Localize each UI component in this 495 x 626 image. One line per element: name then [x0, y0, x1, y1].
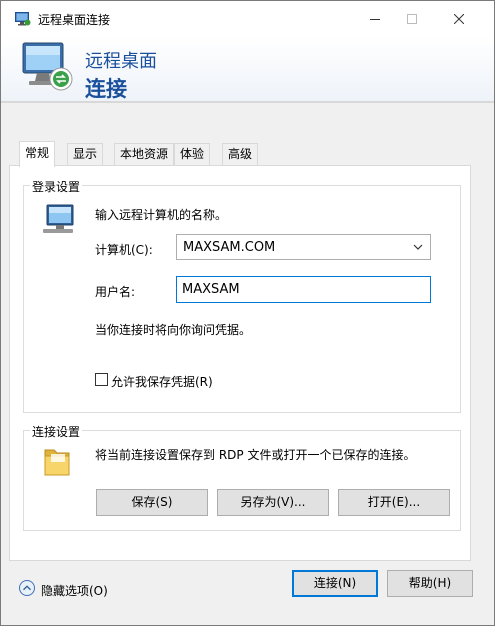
close-button[interactable]: [436, 1, 482, 37]
computer-value: MAXSAM.COM: [183, 240, 276, 255]
remote-desktop-monitor-icon: [22, 42, 73, 91]
connection-description: 将当前连接设置保存到 RDP 文件或打开一个已保存的连接。: [95, 448, 416, 462]
minimize-icon: [370, 19, 380, 20]
login-instruction: 输入远程计算机的名称。: [95, 208, 228, 222]
folder-icon: [44, 449, 70, 476]
tab-general[interactable]: 常规: [19, 141, 56, 167]
banner-title-line1: 远程桌面: [85, 51, 157, 72]
save-credentials-label[interactable]: 允许我保存凭据(R): [111, 373, 213, 390]
close-icon: [454, 14, 464, 24]
save-as-button[interactable]: 另存为(V)...: [217, 489, 329, 516]
open-button[interactable]: 打开(E)...: [338, 489, 450, 516]
connection-settings-title: 连接设置: [30, 423, 83, 440]
window-title: 远程桌面连接: [38, 13, 111, 27]
login-settings-title: 登录设置: [30, 178, 83, 195]
remote-desktop-window: 远程桌面连接 远程桌面 连接 常规 显示 本地资源 体验 高级 登录设置 输入远…: [0, 0, 495, 626]
computer-icon: [43, 204, 74, 233]
connect-button[interactable]: 连接(N): [292, 570, 378, 597]
username-label: 用户名:: [95, 285, 136, 299]
hide-options-link[interactable]: 隐藏选项(O): [41, 582, 108, 599]
save-button[interactable]: 保存(S): [96, 489, 208, 516]
save-credentials-checkbox[interactable]: [95, 373, 108, 386]
username-field[interactable]: MAXSAM: [176, 276, 431, 303]
maximize-button[interactable]: [389, 1, 435, 37]
computer-combobox[interactable]: MAXSAM.COM: [176, 234, 431, 260]
tab-advanced[interactable]: 高级: [222, 143, 259, 165]
chevron-down-icon: [413, 244, 423, 250]
chevron-up-icon[interactable]: [19, 580, 35, 596]
computer-label: 计算机(C):: [95, 243, 153, 257]
title-bar: 远程桌面连接: [1, 1, 494, 37]
header-banner: 远程桌面 连接: [1, 37, 494, 103]
app-icon: [15, 12, 31, 26]
help-button[interactable]: 帮助(H): [387, 570, 473, 597]
credential-note: 当你连接时将向你询问凭据。: [95, 323, 252, 337]
tab-local-resources[interactable]: 本地资源: [114, 143, 175, 165]
maximize-icon: [407, 14, 417, 24]
username-value: MAXSAM: [182, 282, 240, 297]
banner-title-line2: 连接: [85, 77, 127, 101]
tab-display[interactable]: 显示: [67, 143, 104, 165]
tab-experience[interactable]: 体验: [174, 143, 211, 165]
